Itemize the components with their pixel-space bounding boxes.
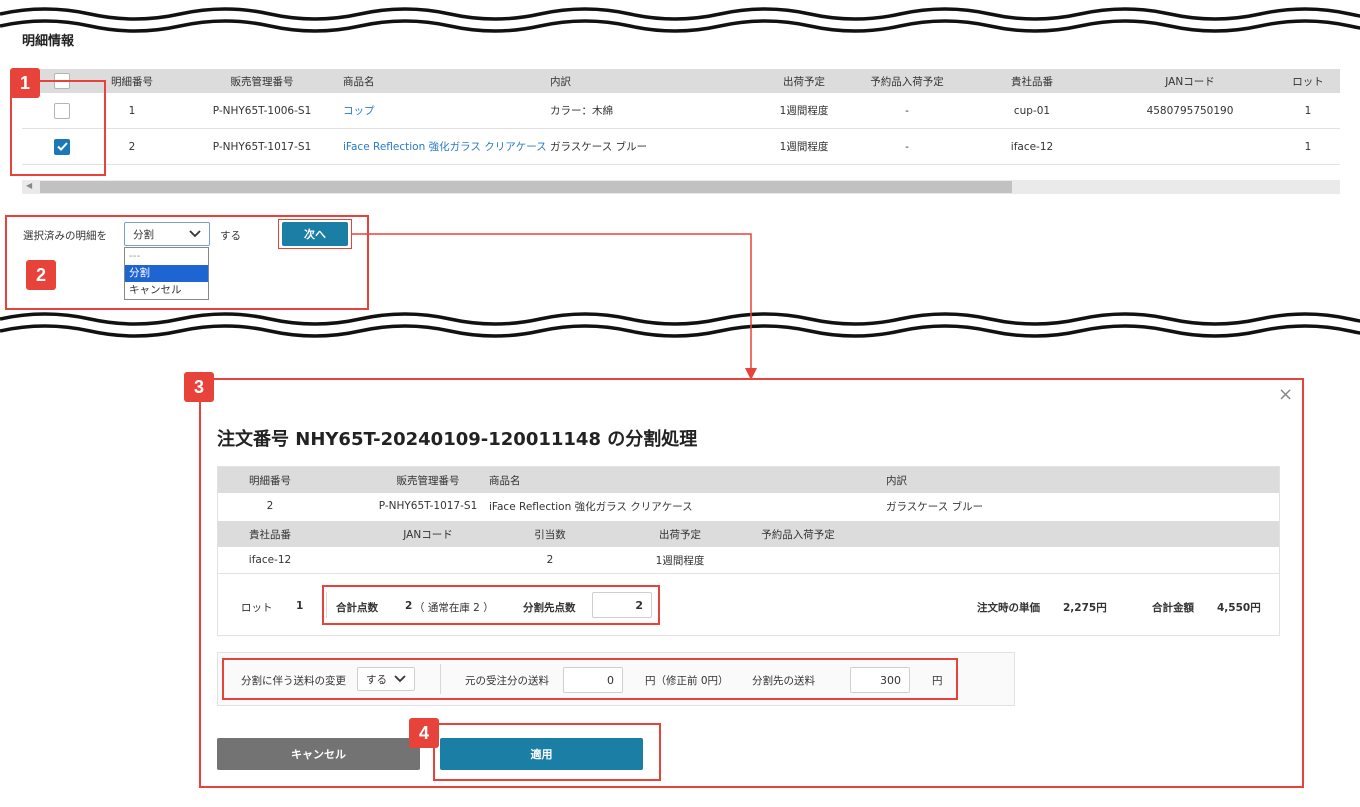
- cancel-button[interactable]: キャンセル: [217, 738, 420, 770]
- info-header-product: 商品名: [489, 474, 521, 487]
- annotation-box-qty: [322, 585, 660, 625]
- info-product: iFace Reflection 強化ガラス クリアケース: [489, 500, 693, 513]
- close-icon[interactable]: ×: [1278, 384, 1293, 405]
- info-header-2: 貴社品番 JANコード 引当数 出荷予定 予約品入荷予定: [218, 521, 1279, 547]
- unit-price-value: 2,275円: [1063, 602, 1107, 614]
- info-jan: [368, 547, 488, 573]
- info-row-1: 2 P-NHY65T-1017-S1 iFace Reflection 強化ガラ…: [218, 493, 1279, 519]
- lot-value: 1: [296, 600, 304, 612]
- info-header-sales-no: 販売管理番号: [396, 474, 460, 487]
- info-header-jan: JANコード: [403, 528, 453, 541]
- total-amount-value: 4,550円: [1217, 602, 1261, 614]
- info-row-2: iface-12 2 1週間程度: [218, 547, 1279, 573]
- info-ship: 1週間程度: [655, 554, 705, 567]
- info-header-line-no: 明細番号: [249, 474, 291, 487]
- annotation-badge-4: 4: [409, 718, 439, 748]
- info-header-detail: 内訳: [886, 474, 907, 487]
- info-header-1: 明細番号 販売管理番号 商品名 内訳: [218, 467, 1279, 493]
- lot-label: ロット: [241, 602, 273, 614]
- info-part-no: iface-12: [248, 554, 292, 566]
- info-reserve: [748, 547, 848, 573]
- info-sales-no: P-NHY65T-1017-S1: [378, 500, 478, 512]
- info-header-allocated: 引当数: [534, 528, 566, 541]
- info-divider: [218, 573, 1279, 574]
- annotation-badge-3: 3: [184, 372, 214, 402]
- total-amount-label: 合計金額: [1152, 602, 1194, 614]
- annotation-box-fee: [222, 658, 958, 700]
- info-header-ship: 出荷予定: [659, 528, 701, 541]
- info-detail: ガラスケース ブルー: [886, 500, 984, 513]
- modal-title: 注文番号 NHY65T-20240109-120011148 の分割処理: [217, 429, 698, 450]
- annotation-box-4: [433, 723, 661, 781]
- info-allocated: 2: [546, 554, 554, 566]
- info-line-no: 2: [266, 500, 274, 512]
- info-header-reserve: 予約品入荷予定: [761, 528, 835, 541]
- unit-price-label: 注文時の単価: [977, 602, 1040, 614]
- info-header-part-no: 貴社品番: [249, 528, 291, 541]
